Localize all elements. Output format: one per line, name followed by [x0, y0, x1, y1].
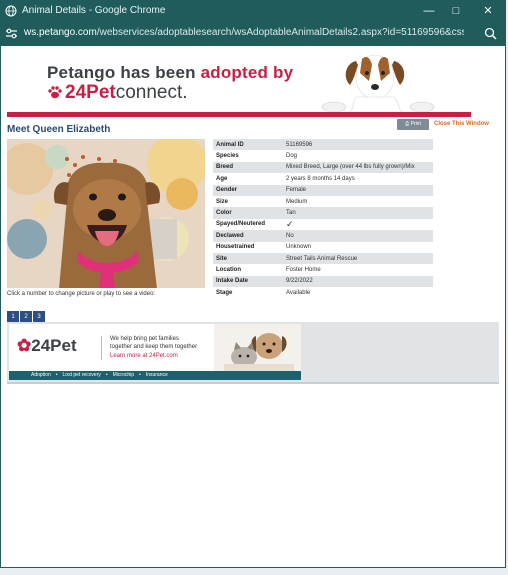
table-row: Stage Available [213, 287, 433, 299]
banner-bar [7, 112, 471, 117]
services-strip: Adoption • Lost pet recovery • Microchip • Ins… [9, 371, 301, 380]
banner-brand: 24Petconnect. [65, 82, 188, 103]
globe-icon [5, 5, 17, 17]
close-icon[interactable]: ✕ [479, 3, 497, 19]
minimize-icon[interactable]: — [420, 3, 438, 19]
24pet-logo: ✿24Pet [17, 336, 77, 355]
detail-value: 51169596 [283, 139, 433, 151]
photo-caption: Click a number to change picture or play… [7, 291, 156, 297]
table-row: Location Foster Home [213, 264, 433, 276]
promo-line-2: together and keep them together [110, 344, 198, 350]
detail-label: Breed [213, 161, 283, 174]
browser-window: Animal Details - Google Chrome — □ ✕ ws.… [0, 0, 506, 568]
table-row: Intake Date 9/22/2022 [213, 275, 433, 288]
promo-link[interactable]: Learn more at 24Pet.com [110, 353, 178, 359]
pets-image [214, 324, 301, 371]
table-row: Site Street Tails Animal Rescue [213, 252, 433, 265]
detail-value: 9/22/2022 [283, 275, 433, 288]
detail-label: Color [213, 207, 283, 219]
detail-label: Intake Date [213, 275, 283, 288]
zoom-icon[interactable] [484, 27, 497, 40]
table-row: Housetrained Unknown [213, 241, 433, 253]
detail-label: Location [213, 264, 283, 276]
24pet-ad[interactable]: ✿24Pet We help bring pet families togeth… [9, 324, 301, 380]
promo-line-1: We help bring pet families [110, 336, 179, 342]
site-info-icon[interactable] [5, 27, 18, 40]
printer-icon: ⎙ [405, 121, 410, 127]
detail-label: Housetrained [213, 241, 283, 253]
table-row: Animal ID 51169596 [213, 139, 433, 151]
dog-photo [321, 54, 435, 113]
detail-value: Street Tails Animal Rescue [283, 252, 433, 265]
pet-photo [7, 139, 205, 288]
checkmark-icon: ✓ [283, 218, 433, 231]
detail-value: 2 years 8 months 14 days [283, 173, 433, 185]
banner-headline: Petango has been adopted by [47, 63, 294, 82]
photo-selector: 123 [7, 305, 46, 323]
detail-value: Dog [283, 150, 433, 162]
detail-label: Site [213, 252, 283, 265]
page-title: Meet Queen Elizabeth [7, 124, 111, 135]
adopted-banner[interactable]: Petango has been adopted by 24Petconnect… [7, 51, 471, 113]
table-row: Size Medium [213, 195, 433, 208]
detail-value: No [283, 230, 433, 242]
close-window-link[interactable]: Close This Window [434, 121, 489, 127]
address-bar[interactable]: ws.petango.com/webservices/adoptablesear… [1, 22, 505, 46]
table-row: Age 2 years 8 months 14 days [213, 173, 433, 185]
detail-label: Gender [213, 184, 283, 196]
detail-label: Spayed/Neutered [213, 218, 283, 231]
detail-value: Foster Home [283, 264, 433, 276]
detail-label: Stage [213, 287, 283, 299]
table-row: Species Dog [213, 150, 433, 162]
divider [101, 336, 102, 360]
table-row: Spayed/Neutered ✓ [213, 218, 433, 231]
table-row: Declawed No [213, 230, 433, 242]
title-bar: Animal Details - Google Chrome — □ ✕ [1, 1, 505, 22]
detail-value: Medium [283, 195, 433, 208]
print-button[interactable]: ⎙ Print [397, 119, 429, 130]
maximize-icon[interactable]: □ [447, 3, 465, 19]
detail-label: Species [213, 150, 283, 162]
detail-value: Unknown [283, 241, 433, 253]
detail-label: Animal ID [213, 139, 283, 151]
table-row: Breed Mixed Breed, Large (over 44 lbs ful… [213, 161, 433, 174]
animal-details-table: Animal ID 51169596 Species Dog Breed Mixed … [213, 139, 433, 299]
page-content: Petango has been adopted by 24Petconnect… [1, 46, 505, 567]
table-row: Color Tan [213, 207, 433, 219]
detail-value: Available [283, 287, 433, 299]
window-title: Animal Details - Google Chrome [22, 5, 166, 16]
table-row: Gender Female [213, 184, 433, 196]
url-text[interactable]: ws.petango.com/webservices/adoptablesear… [24, 27, 464, 38]
paw-icon: ✿ [17, 336, 32, 355]
detail-label: Age [213, 173, 283, 185]
detail-label: Size [213, 195, 283, 208]
paw-icon [48, 86, 62, 99]
detail-value: Tan [283, 207, 433, 219]
detail-label: Declawed [213, 230, 283, 242]
promo-area: ✿24Pet We help bring pet families togeth… [7, 322, 499, 384]
detail-value: Female [283, 184, 433, 196]
detail-value: Mixed Breed, Large (over 44 lbs fully gr… [283, 161, 433, 174]
